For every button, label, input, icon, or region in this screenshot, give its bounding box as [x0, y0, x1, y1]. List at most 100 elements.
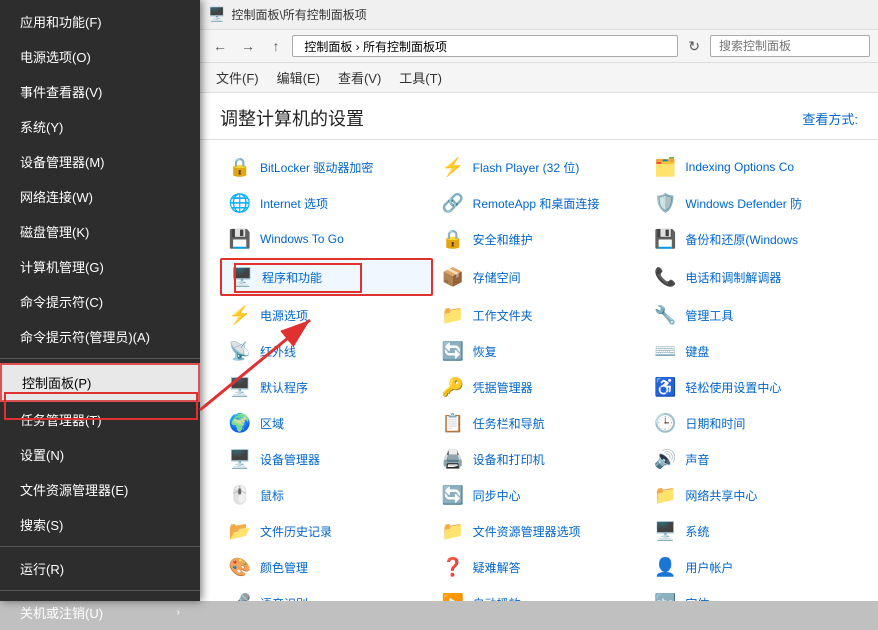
refresh-button[interactable]: ↻	[682, 36, 706, 57]
context-menu-item[interactable]: 控制面板(P)	[0, 363, 200, 402]
cp-item-icon: 🔄	[441, 483, 465, 507]
context-menu-item[interactable]: 运行(R)	[0, 551, 200, 586]
cp-item-icon: 👤	[653, 555, 677, 579]
control-panel-item[interactable]: 🔄 恢复	[433, 334, 646, 368]
cp-item-icon: 🔧	[653, 303, 677, 327]
up-button[interactable]: ↑	[264, 34, 288, 58]
control-panel-item[interactable]: 🔒 安全和维护	[433, 222, 646, 256]
control-panel-item[interactable]: 🕒 日期和时间	[645, 406, 858, 440]
cp-item-icon: ⚡	[228, 303, 252, 327]
control-panel-item[interactable]: 💾 Windows To Go	[220, 222, 433, 256]
context-menu-item[interactable]: 任务管理器(T)	[0, 402, 200, 437]
context-menu-item[interactable]: 应用和功能(F)	[0, 4, 200, 39]
control-panel-item[interactable]: 🛡️ Windows Defender 防	[645, 186, 858, 220]
context-menu-item[interactable]: 命令提示符(C)	[0, 284, 200, 319]
cp-item-icon: 🔗	[441, 191, 465, 215]
control-panel-item[interactable]: 🔤 字体	[645, 586, 858, 601]
control-panel-item[interactable]: 🖥️ 系统	[645, 514, 858, 548]
cp-item-icon: 🎤	[228, 591, 252, 601]
control-panel-content: 🔒 BitLocker 驱动器加密 ⚡ Flash Player (32 位) …	[200, 140, 878, 601]
cp-item-label: 颜色管理	[260, 559, 308, 576]
context-menu-item[interactable]: 系统(Y)	[0, 109, 200, 144]
control-panel-item[interactable]: 👤 用户帐户	[645, 550, 858, 584]
content-header: 调整计算机的设置 查看方式:	[200, 93, 878, 140]
control-panel-item[interactable]: 📁 工作文件夹	[433, 298, 646, 332]
context-menu-item[interactable]: 设备管理器(M)	[0, 144, 200, 179]
control-panel-item[interactable]: 🗂️ Indexing Options Co	[645, 150, 858, 184]
context-menu-item[interactable]: 网络连接(W)	[0, 179, 200, 214]
control-panel-item[interactable]: 📁 文件资源管理器选项	[433, 514, 646, 548]
control-panel-item[interactable]: ⚡ Flash Player (32 位)	[433, 150, 646, 184]
cp-item-label: 同步中心	[473, 487, 521, 504]
menu-bar-item[interactable]: 工具(T)	[391, 65, 450, 90]
cp-item-icon: 🌍	[228, 411, 252, 435]
cp-item-icon: 🔒	[228, 155, 252, 179]
address-bar: ← → ↑ ↻	[200, 30, 878, 63]
cp-item-icon: 🎨	[228, 555, 252, 579]
context-menu-item[interactable]: 文件资源管理器(E)	[0, 472, 200, 507]
control-panel-item[interactable]: 📞 电话和调制解调器	[645, 258, 858, 296]
control-panel-item[interactable]: 🖨️ 设备和打印机	[433, 442, 646, 476]
cp-item-icon: 📂	[228, 519, 252, 543]
context-menu-item[interactable]: 事件查看器(V)	[0, 74, 200, 109]
control-panel-item[interactable]: 🎨 颜色管理	[220, 550, 433, 584]
view-mode[interactable]: 查看方式:	[802, 109, 858, 128]
cp-item-label: 程序和功能	[262, 269, 322, 286]
control-panel-item[interactable]: 🖥️ 程序和功能	[220, 258, 433, 296]
forward-button[interactable]: →	[236, 34, 260, 58]
control-panel-item[interactable]: 📋 任务栏和导航	[433, 406, 646, 440]
address-input[interactable]	[292, 35, 678, 57]
search-input[interactable]	[710, 35, 870, 57]
menu-bar-item[interactable]: 查看(V)	[330, 65, 389, 90]
control-panel-item[interactable]: 📁 网络共享中心	[645, 478, 858, 512]
control-panel-item[interactable]: 🔊 声音	[645, 442, 858, 476]
cp-item-label: Windows To Go	[260, 232, 344, 246]
control-panel-item[interactable]: 🔧 管理工具	[645, 298, 858, 332]
context-menu-item[interactable]: 磁盘管理(K)	[0, 214, 200, 249]
cp-item-icon: 🔑	[441, 375, 465, 399]
cp-item-icon: ⚡	[441, 155, 465, 179]
control-panel-item[interactable]: 💾 备份和还原(Windows	[645, 222, 858, 256]
cp-item-icon: 🖥️	[653, 519, 677, 543]
cp-item-icon: 🖥️	[230, 265, 254, 289]
control-panel-item[interactable]: 📡 红外线	[220, 334, 433, 368]
context-menu-item[interactable]: 命令提示符(管理员)(A)	[0, 319, 200, 354]
menu-bar-item[interactable]: 文件(F)	[208, 65, 267, 90]
cp-item-icon: 📞	[653, 265, 677, 289]
back-button[interactable]: ←	[208, 34, 232, 58]
cp-item-icon: 📦	[441, 265, 465, 289]
cp-item-icon: 🖨️	[441, 447, 465, 471]
context-menu-item[interactable]: 关机或注销(U)›	[0, 595, 200, 630]
context-menu-item[interactable]: 计算机管理(G)	[0, 249, 200, 284]
cp-item-label: 设备管理器	[260, 451, 320, 468]
control-panel-item[interactable]: 🔗 RemoteApp 和桌面连接	[433, 186, 646, 220]
control-panel-item[interactable]: 🔄 同步中心	[433, 478, 646, 512]
menu-bar-item[interactable]: 编辑(E)	[269, 65, 328, 90]
context-menu-item[interactable]: 电源选项(O)	[0, 39, 200, 74]
control-panel-item[interactable]: ▶️ 自动播放	[433, 586, 646, 601]
context-menu-item[interactable]: 搜索(S)	[0, 507, 200, 542]
cp-item-icon: 🔄	[441, 339, 465, 363]
window-icon: 🖥️	[208, 6, 225, 23]
cp-item-label: 系统	[685, 523, 709, 540]
control-panel-item[interactable]: ⌨️ 键盘	[645, 334, 858, 368]
control-panel-item[interactable]: 🖥️ 默认程序	[220, 370, 433, 404]
cp-item-label: 字体	[685, 595, 709, 602]
control-panel-item[interactable]: 🔒 BitLocker 驱动器加密	[220, 150, 433, 184]
control-panel-item[interactable]: ❓ 疑难解答	[433, 550, 646, 584]
control-panel-item[interactable]: ♿ 轻松使用设置中心	[645, 370, 858, 404]
control-panel-item[interactable]: 🌍 区域	[220, 406, 433, 440]
control-panel-item[interactable]: 🖱️ 鼠标	[220, 478, 433, 512]
control-panel-item[interactable]: 📦 存储空间	[433, 258, 646, 296]
cp-item-icon: 💾	[653, 227, 677, 251]
control-panel-item[interactable]: 🔑 凭据管理器	[433, 370, 646, 404]
control-panel-item[interactable]: 📂 文件历史记录	[220, 514, 433, 548]
control-panel-item[interactable]: 🎤 语音识别	[220, 586, 433, 601]
cp-item-label: 轻松使用设置中心	[685, 379, 781, 396]
cp-item-label: 区域	[260, 415, 284, 432]
control-panel-item[interactable]: 🖥️ 设备管理器	[220, 442, 433, 476]
control-panel-item[interactable]: ⚡ 电源选项	[220, 298, 433, 332]
context-menu-item[interactable]: 设置(N)	[0, 437, 200, 472]
control-panel-item[interactable]: 🌐 Internet 选项	[220, 186, 433, 220]
cp-item-icon: ❓	[441, 555, 465, 579]
